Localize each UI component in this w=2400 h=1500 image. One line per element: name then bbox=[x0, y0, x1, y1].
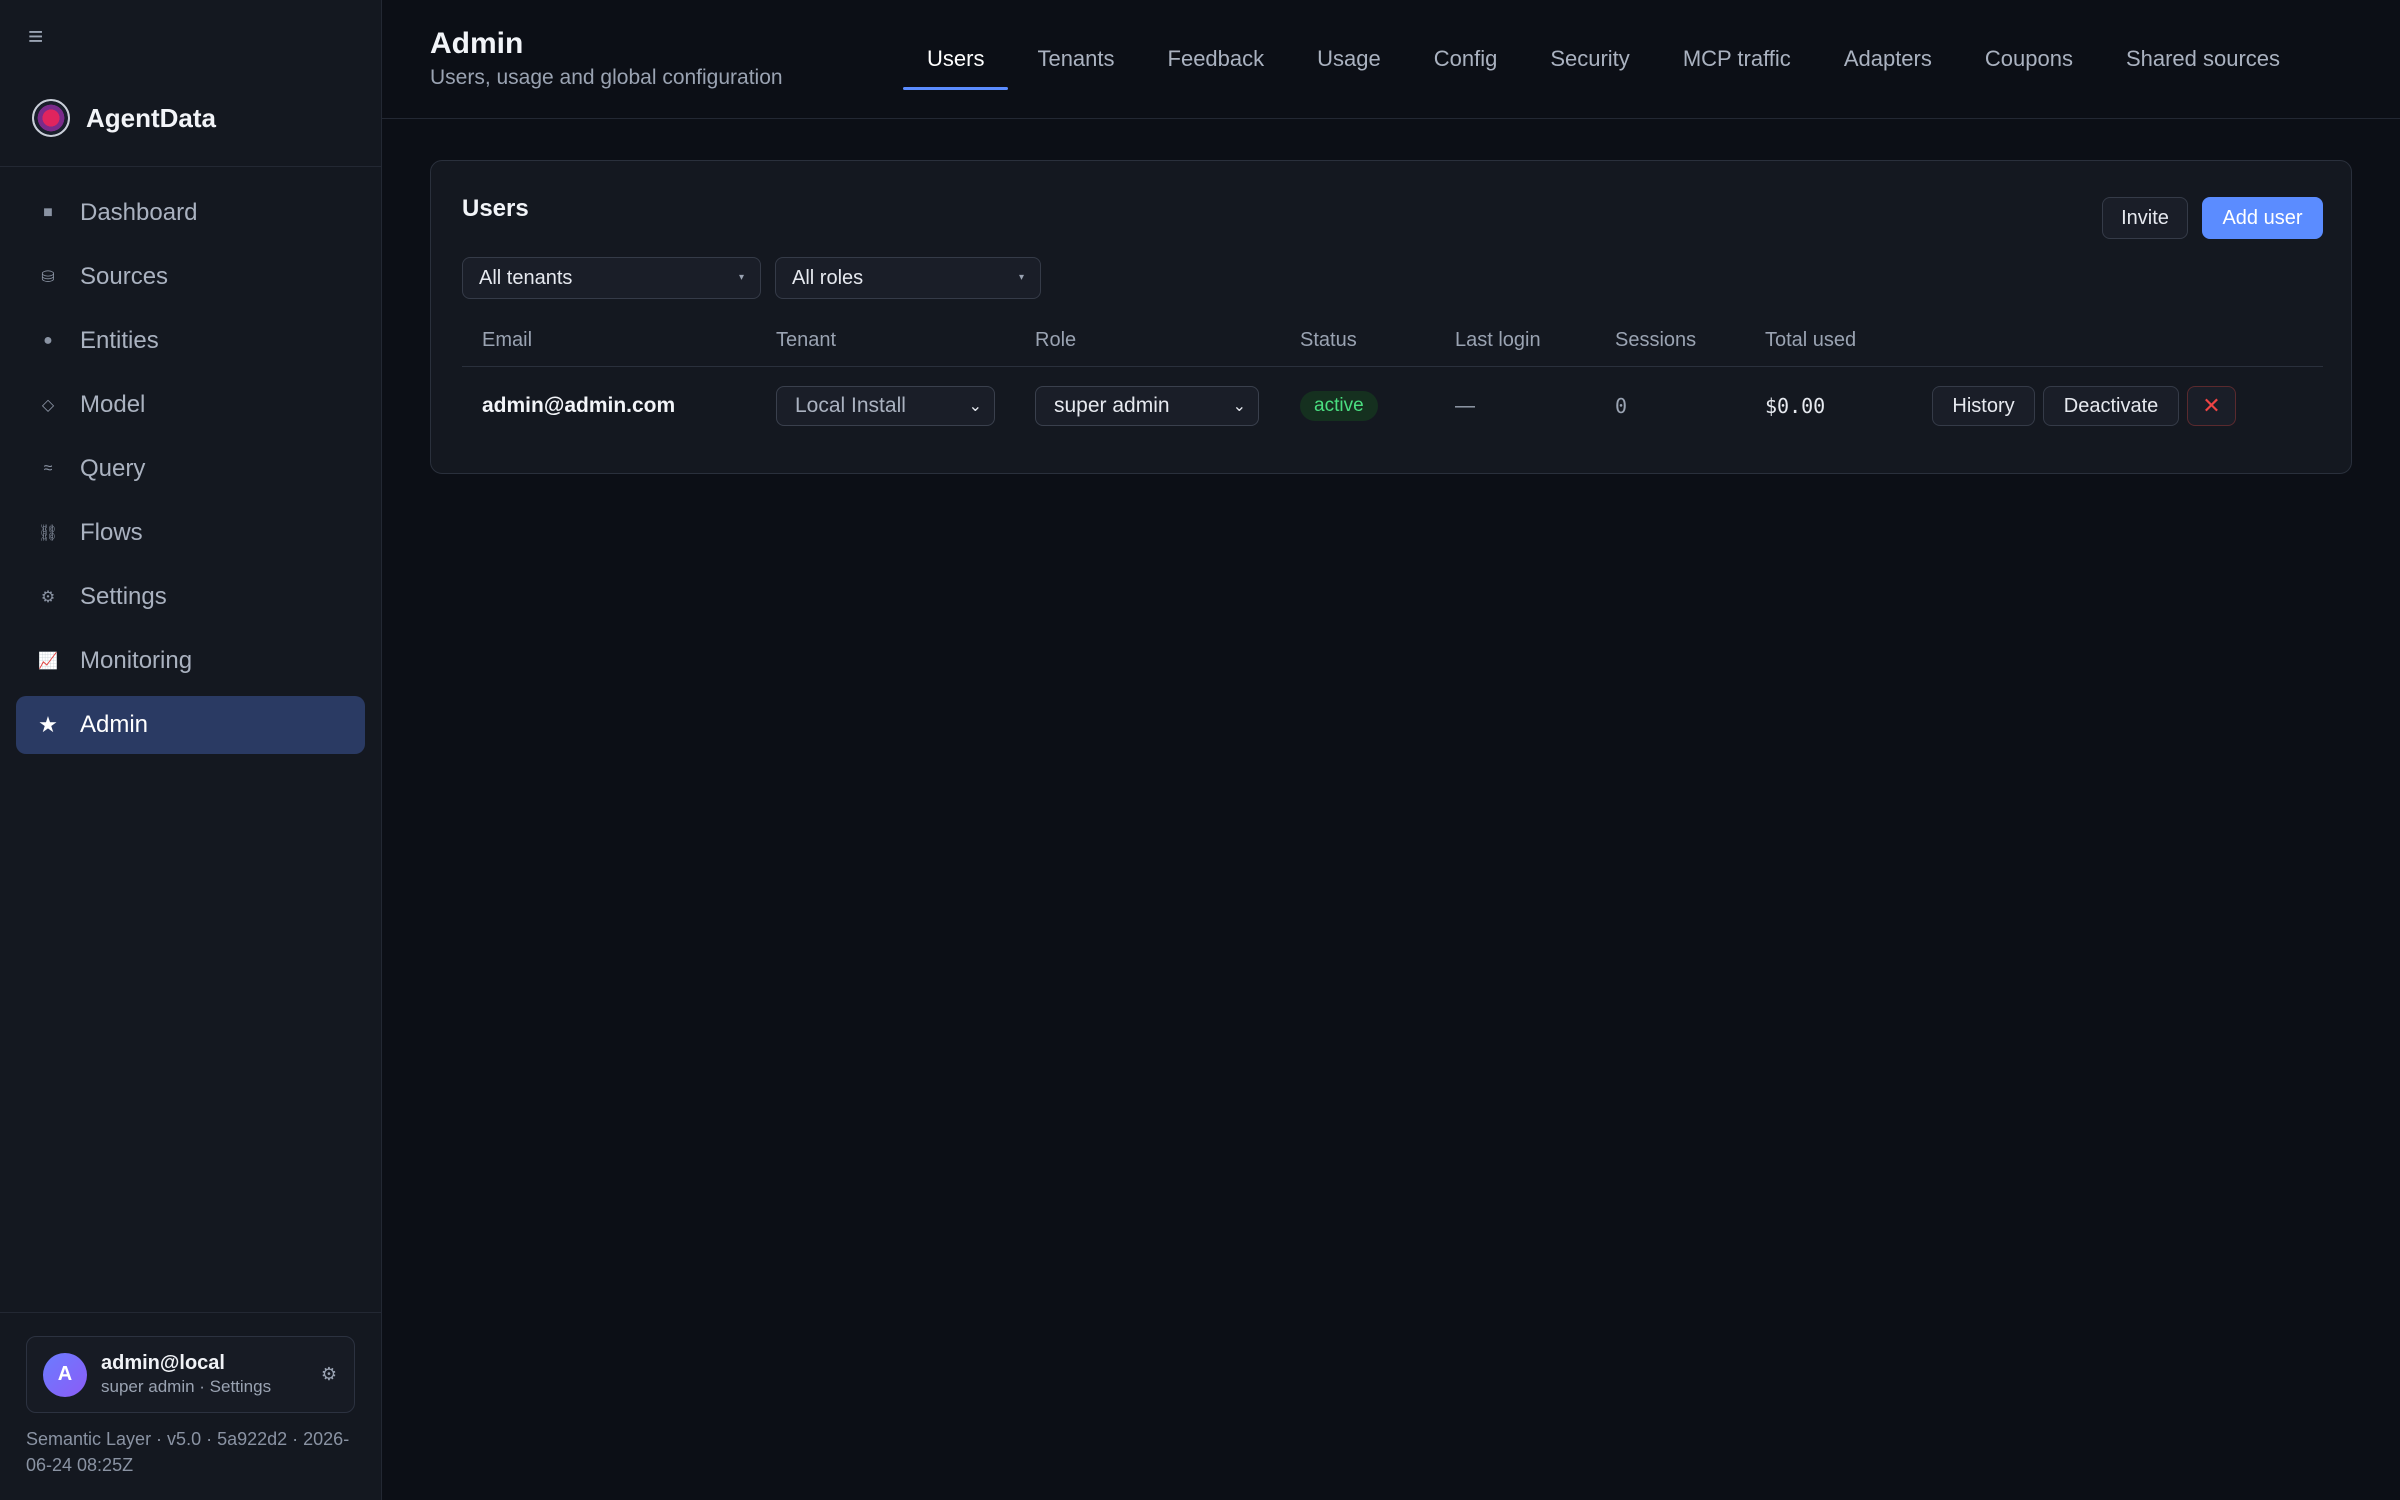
sidebar-divider bbox=[0, 1312, 381, 1313]
column-header-status: Status bbox=[1300, 329, 1357, 351]
sidebar: ≡ AgentData ■ Dashboard ⛁ Sources ● Enti… bbox=[0, 0, 382, 1500]
sidebar-item-label: Monitoring bbox=[80, 647, 193, 674]
row-actions: History Deactivate ✕ bbox=[1932, 385, 2236, 427]
brand-name: AgentData bbox=[86, 102, 217, 133]
users-panel: Users Invite Add user All tenants ▾ All … bbox=[430, 160, 2352, 474]
tab-coupons[interactable]: Coupons bbox=[1961, 0, 2097, 90]
tab-config[interactable]: Config bbox=[1410, 0, 1522, 90]
user-info: admin@local super admin · Settings bbox=[101, 1352, 314, 1397]
sidebar-nav: ■ Dashboard ⛁ Sources ● Entities ◇ Model… bbox=[16, 184, 365, 760]
menu-icon[interactable]: ≡ bbox=[28, 23, 52, 49]
status-badge: active bbox=[1300, 391, 1378, 421]
role-filter-select[interactable]: All roles ▾ bbox=[775, 257, 1041, 299]
sidebar-item-label: Query bbox=[80, 455, 146, 482]
sidebar-item-label: Flows bbox=[80, 519, 143, 546]
query-icon: ≈ bbox=[43, 460, 53, 477]
last-login: — bbox=[1455, 394, 1475, 417]
version-info: Semantic Layer · v5.0 · 5a922d2 · 2026-0… bbox=[26, 1429, 350, 1475]
sidebar-item-label: Model bbox=[80, 391, 146, 418]
sidebar-item-settings[interactable]: ⚙ Settings bbox=[16, 568, 365, 626]
chevron-down-icon: ⌄ bbox=[1232, 398, 1246, 415]
history-button[interactable]: History bbox=[1932, 386, 2035, 426]
tab-bar: Users Tenants Feedback Usage Config Secu… bbox=[903, 0, 2309, 119]
column-header-last-login: Last login bbox=[1455, 329, 1541, 351]
sidebar-item-label: Admin bbox=[80, 711, 149, 738]
sidebar-item-label: Sources bbox=[80, 263, 169, 290]
sidebar-item-monitoring[interactable]: 📈 Monitoring bbox=[16, 632, 365, 690]
tenant-select-value: Local Install bbox=[795, 394, 906, 417]
app: ≡ AgentData ■ Dashboard ⛁ Sources ● Enti… bbox=[0, 0, 2400, 1500]
page-title: Admin bbox=[430, 27, 524, 60]
add-user-button[interactable]: Add user bbox=[2202, 197, 2323, 239]
tab-tenants[interactable]: Tenants bbox=[1013, 0, 1138, 90]
tenant-cell: Local Install ⌄ bbox=[776, 385, 995, 427]
sidebar-item-model[interactable]: ◇ Model bbox=[16, 376, 365, 434]
logo-icon bbox=[32, 99, 70, 137]
sidebar-item-label: Settings bbox=[80, 583, 167, 610]
role-select[interactable]: super admin ⌄ bbox=[1035, 386, 1259, 426]
tenant-filter-value: All tenants bbox=[479, 266, 573, 289]
invite-button[interactable]: Invite bbox=[2102, 197, 2188, 239]
caret-down-icon: ▾ bbox=[738, 272, 744, 283]
sidebar-item-entities[interactable]: ● Entities bbox=[16, 312, 365, 370]
users-table: Email Tenant Role Status Last login Sess… bbox=[462, 321, 2323, 445]
sidebar-item-flows[interactable]: ⛓ Flows bbox=[16, 504, 365, 562]
sidebar-item-admin[interactable]: ★ Admin bbox=[16, 696, 365, 754]
column-header-email: Email bbox=[482, 329, 533, 351]
tenant-filter-select[interactable]: All tenants ▾ bbox=[462, 257, 761, 299]
caret-down-icon: ▾ bbox=[1018, 272, 1024, 283]
sidebar-item-label: Dashboard bbox=[80, 199, 198, 226]
role-cell: super admin ⌄ bbox=[1035, 385, 1259, 427]
chevron-down-icon: ⌄ bbox=[968, 398, 982, 415]
column-header-tenant: Tenant bbox=[776, 329, 837, 351]
tab-feedback[interactable]: Feedback bbox=[1144, 0, 1289, 90]
gear-icon[interactable]: ⚙ bbox=[314, 1364, 344, 1385]
avatar: A bbox=[43, 1352, 87, 1397]
delete-icon[interactable]: ✕ bbox=[2187, 386, 2236, 426]
status-cell: active bbox=[1300, 385, 1378, 427]
sidebar-item-dashboard[interactable]: ■ Dashboard bbox=[16, 184, 365, 242]
tab-shared-sources[interactable]: Shared sources bbox=[2102, 0, 2304, 90]
sidebar-item-label: Entities bbox=[80, 327, 159, 354]
user-email: admin@admin.com bbox=[482, 394, 676, 417]
tab-adapters[interactable]: Adapters bbox=[1820, 0, 1956, 90]
diamond-icon: ◇ bbox=[41, 397, 55, 414]
user-role: super admin · Settings bbox=[101, 1377, 272, 1396]
table-row: admin@admin.com Local Install ⌄ super ad… bbox=[462, 367, 2323, 445]
main-content: Admin Users, usage and global configurat… bbox=[382, 0, 2400, 1500]
database-icon: ⛁ bbox=[41, 269, 55, 286]
tab-users[interactable]: Users bbox=[903, 0, 1009, 90]
dashboard-icon: ■ bbox=[43, 204, 53, 221]
star-icon: ★ bbox=[38, 712, 58, 737]
sidebar-divider bbox=[0, 166, 381, 167]
brand[interactable]: AgentData bbox=[32, 99, 216, 137]
chart-icon: 📈 bbox=[38, 653, 58, 670]
column-header-sessions: Sessions bbox=[1615, 329, 1697, 351]
sidebar-item-query[interactable]: ≈ Query bbox=[16, 440, 365, 498]
column-header-role: Role bbox=[1035, 329, 1077, 351]
total-used: $0.00 bbox=[1765, 394, 1826, 418]
tab-usage[interactable]: Usage bbox=[1293, 0, 1405, 90]
panel-title: Users bbox=[462, 195, 529, 222]
user-name: admin@local bbox=[101, 1352, 225, 1374]
link-icon: ⛓ bbox=[38, 525, 59, 542]
gear-icon: ⚙ bbox=[40, 589, 56, 606]
tab-mcp-traffic[interactable]: MCP traffic bbox=[1659, 0, 1815, 90]
user-card[interactable]: A admin@local super admin · Settings ⚙ bbox=[26, 1336, 355, 1413]
role-select-value: super admin bbox=[1054, 394, 1170, 417]
table-header: Email Tenant Role Status Last login Sess… bbox=[462, 321, 2323, 367]
page-subtitle: Users, usage and global configuration bbox=[430, 66, 783, 89]
tab-security[interactable]: Security bbox=[1526, 0, 1653, 90]
deactivate-button[interactable]: Deactivate bbox=[2043, 386, 2179, 426]
sidebar-item-sources[interactable]: ⛁ Sources bbox=[16, 248, 365, 306]
column-header-total-used: Total used bbox=[1765, 329, 1857, 351]
tenant-select[interactable]: Local Install ⌄ bbox=[776, 386, 995, 426]
entities-icon: ● bbox=[43, 332, 53, 349]
role-filter-value: All roles bbox=[792, 266, 864, 289]
sessions-count: 0 bbox=[1615, 394, 1628, 418]
page-header: Admin Users, usage and global configurat… bbox=[382, 0, 2400, 119]
